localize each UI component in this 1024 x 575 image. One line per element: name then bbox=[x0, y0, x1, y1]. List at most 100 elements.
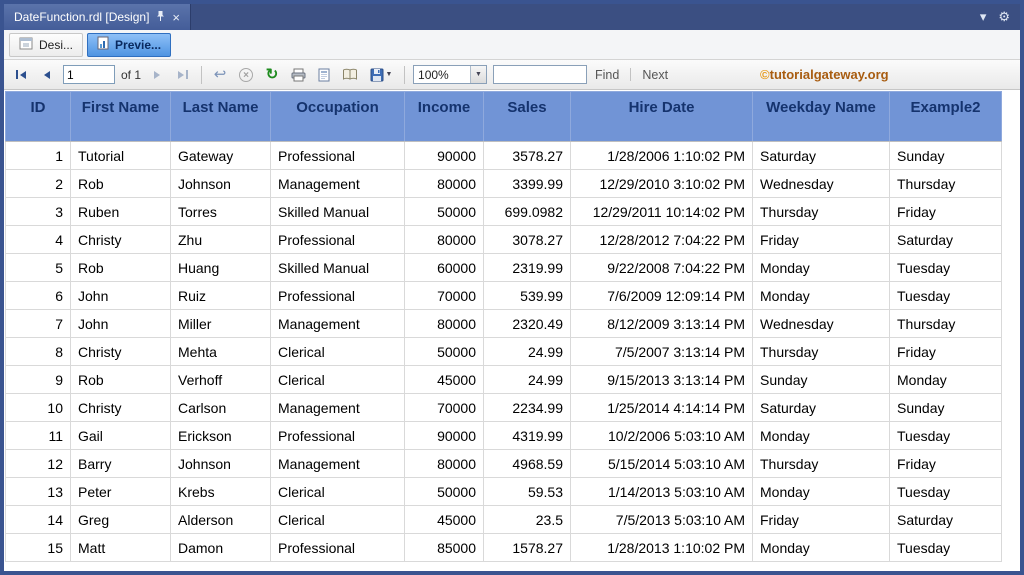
table-cell: Tuesday bbox=[889, 421, 1002, 450]
table-cell: 1578.27 bbox=[483, 533, 571, 562]
table-cell: 2319.99 bbox=[483, 253, 571, 282]
table-row: 4 Christy Zhu Professional 80000 3078.27 12/28… bbox=[5, 225, 1002, 254]
table-cell: 6 bbox=[5, 281, 71, 310]
stop-rendering-button[interactable]: × bbox=[236, 65, 256, 85]
current-page-input[interactable] bbox=[63, 65, 115, 84]
print-button[interactable] bbox=[288, 65, 308, 85]
table-cell: 12 bbox=[5, 449, 71, 478]
print-layout-button[interactable] bbox=[314, 65, 334, 85]
table-row: 5 Rob Huang Skilled Manual 60000 2319.99 9/22/… bbox=[5, 253, 1002, 282]
refresh-button[interactable]: ↻ bbox=[262, 65, 282, 85]
table-cell: Greg bbox=[70, 505, 171, 534]
table-cell: Management bbox=[270, 169, 405, 198]
table-cell: Sunday bbox=[752, 365, 890, 394]
table-cell: Wednesday bbox=[752, 309, 890, 338]
table-cell: 24.99 bbox=[483, 365, 571, 394]
zoom-select[interactable]: 100% ▼ bbox=[413, 65, 488, 84]
pin-icon[interactable] bbox=[156, 10, 165, 24]
next-page-button[interactable] bbox=[147, 65, 167, 85]
table-cell: Friday bbox=[889, 197, 1002, 226]
table-cell: Monday bbox=[752, 281, 890, 310]
zoom-value: 100% bbox=[418, 68, 449, 82]
table-cell: Clerical bbox=[270, 477, 405, 506]
table-cell: Christy bbox=[70, 225, 171, 254]
table-cell: Friday bbox=[752, 225, 890, 254]
table-cell: Verhoff bbox=[170, 365, 271, 394]
table-cell: Barry bbox=[70, 449, 171, 478]
table-cell: Friday bbox=[752, 505, 890, 534]
table-cell: 12/29/2011 10:14:02 PM bbox=[570, 197, 753, 226]
first-page-button[interactable] bbox=[11, 65, 31, 85]
table-cell: 13 bbox=[5, 477, 71, 506]
table-cell: Monday bbox=[752, 533, 890, 562]
table-cell: Johnson bbox=[170, 449, 271, 478]
document-tab[interactable]: DateFunction.rdl [Design] × bbox=[4, 4, 191, 30]
find-text-input[interactable] bbox=[493, 65, 588, 84]
report-designer-window: DateFunction.rdl [Design] × ▾ ⚙ Desi... … bbox=[0, 0, 1024, 575]
zoom-dropdown-button[interactable]: ▼ bbox=[470, 66, 487, 83]
report-preview-area: ID First Name Last Name Occupation Income Sal… bbox=[4, 90, 1020, 571]
column-header-example2: Example2 bbox=[889, 91, 1002, 142]
table-cell: 699.0982 bbox=[483, 197, 571, 226]
chevron-down-icon[interactable]: ▾ bbox=[980, 9, 987, 25]
table-cell: 50000 bbox=[404, 337, 484, 366]
gear-icon[interactable]: ⚙ bbox=[998, 9, 1010, 25]
table-cell: 10 bbox=[5, 393, 71, 422]
table-cell: 12/29/2010 3:10:02 PM bbox=[570, 169, 753, 198]
table-cell: 2234.99 bbox=[483, 393, 571, 422]
find-next-button[interactable]: Next bbox=[640, 68, 670, 82]
table-cell: 11 bbox=[5, 421, 71, 450]
table-cell: Huang bbox=[170, 253, 271, 282]
tab-preview-label: Previe... bbox=[115, 37, 162, 52]
table-cell: 23.5 bbox=[483, 505, 571, 534]
table-cell: Rob bbox=[70, 253, 171, 282]
table-cell: 80000 bbox=[404, 309, 484, 338]
table-cell: Clerical bbox=[270, 337, 405, 366]
export-button[interactable]: ▼ bbox=[366, 65, 396, 85]
table-cell: 1/25/2014 4:14:14 PM bbox=[570, 393, 753, 422]
table-cell: Saturday bbox=[889, 505, 1002, 534]
table-row: 7 John Miller Management 80000 2320.49 8/12/20… bbox=[5, 309, 1002, 338]
table-cell: 4 bbox=[5, 225, 71, 254]
table-cell: 12/28/2012 7:04:22 PM bbox=[570, 225, 753, 254]
previous-page-button[interactable] bbox=[37, 65, 57, 85]
table-cell: Management bbox=[270, 449, 405, 478]
table-cell: Wednesday bbox=[752, 169, 890, 198]
last-page-button[interactable] bbox=[173, 65, 193, 85]
table-cell: 4319.99 bbox=[483, 421, 571, 450]
back-to-parent-button[interactable]: ↩ bbox=[210, 65, 230, 85]
table-cell: Management bbox=[270, 393, 405, 422]
column-header-hire-date: Hire Date bbox=[570, 91, 753, 142]
table-cell: Matt bbox=[70, 533, 171, 562]
table-cell: Tuesday bbox=[889, 533, 1002, 562]
find-button[interactable]: Find bbox=[593, 68, 621, 82]
column-header-weekday-name: Weekday Name bbox=[752, 91, 890, 142]
table-cell: 45000 bbox=[404, 505, 484, 534]
table-cell: Alderson bbox=[170, 505, 271, 534]
tab-preview[interactable]: Previe... bbox=[87, 32, 172, 57]
column-header-id: ID bbox=[5, 91, 71, 142]
toolbar-separator bbox=[630, 68, 632, 81]
table-row: 9 Rob Verhoff Clerical 45000 24.99 9/15/2013 3… bbox=[5, 365, 1002, 394]
close-icon[interactable]: × bbox=[172, 11, 180, 24]
table-cell: Johnson bbox=[170, 169, 271, 198]
table-cell: 15 bbox=[5, 533, 71, 562]
table-cell: 3078.27 bbox=[483, 225, 571, 254]
table-cell: 24.99 bbox=[483, 337, 571, 366]
table-cell: Skilled Manual bbox=[270, 253, 405, 282]
table-cell: Tuesday bbox=[889, 253, 1002, 282]
column-header-first-name: First Name bbox=[70, 91, 171, 142]
table-cell: Torres bbox=[170, 197, 271, 226]
table-cell: 539.99 bbox=[483, 281, 571, 310]
table-row: 8 Christy Mehta Clerical 50000 24.99 7/5/2007 … bbox=[5, 337, 1002, 366]
mode-tab-strip: Desi... Previe... bbox=[4, 30, 1020, 60]
toolbar-separator bbox=[201, 65, 203, 84]
table-cell: 1/28/2006 1:10:02 PM bbox=[570, 141, 753, 170]
table-cell: Tuesday bbox=[889, 477, 1002, 506]
page-setup-button[interactable] bbox=[340, 65, 360, 85]
table-cell: 90000 bbox=[404, 421, 484, 450]
tab-design[interactable]: Desi... bbox=[9, 32, 84, 57]
table-row: 10 Christy Carlson Management 70000 2234.99 1/… bbox=[5, 393, 1002, 422]
table-cell: Monday bbox=[889, 365, 1002, 394]
table-cell: 7/5/2013 5:03:10 AM bbox=[570, 505, 753, 534]
